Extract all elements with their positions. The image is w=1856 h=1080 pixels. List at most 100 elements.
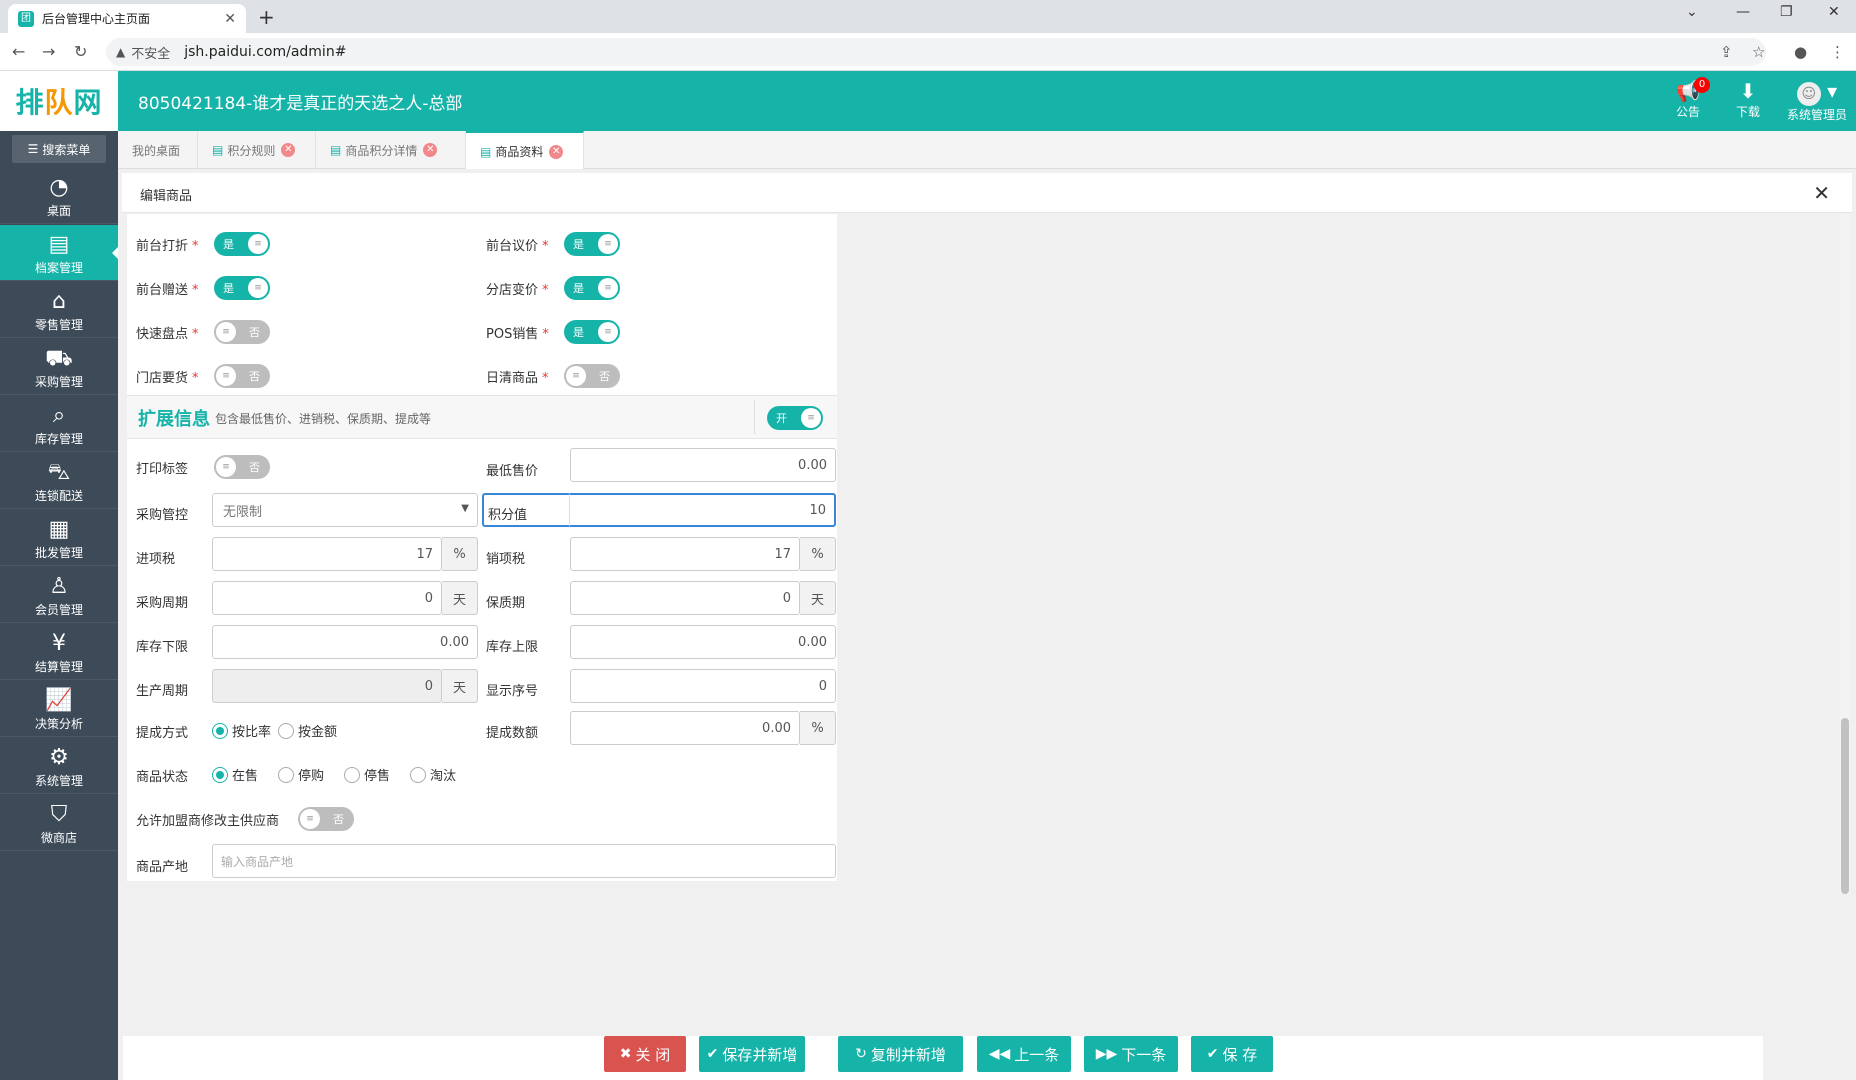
sidebar-item-purchase[interactable]: ⛟ 采购管理: [0, 339, 118, 395]
commission-by-amount-radio[interactable]: 按金额: [278, 721, 337, 740]
branch-price-toggle[interactable]: 是 ≡: [564, 276, 620, 300]
profile-icon[interactable]: ●: [1794, 43, 1807, 61]
purchase-ctrl-select[interactable]: 无限制 ▼: [212, 493, 478, 527]
scrollbar[interactable]: [1840, 214, 1850, 894]
save-and-new-button[interactable]: ✔ 保存并新增: [699, 1036, 805, 1072]
bookmark-star-icon[interactable]: ☆: [1752, 43, 1765, 61]
close-icon[interactable]: ✕: [1813, 181, 1830, 205]
warning-icon[interactable]: ▲: [116, 45, 125, 59]
commission-mode-label: 提成方式: [136, 726, 189, 741]
stock-max-input[interactable]: 0.00: [570, 625, 836, 659]
editor-panel: 编辑商品 ✕ 前台打折 * 是 ≡ 前台议价 * 是 ≡ 前台赠送 * 是 ≡ 分店变价 * …: [118, 169, 1856, 1080]
radio-on-icon: [212, 722, 228, 739]
store-order-toggle[interactable]: ≡ 否: [214, 364, 270, 388]
allow-supplier-toggle[interactable]: ≡ 否: [298, 807, 354, 831]
close-tab-icon[interactable]: ✕: [224, 11, 236, 27]
commission-by-rate-radio[interactable]: 按比率: [212, 721, 271, 740]
sidebar-item-archive[interactable]: ▤ 档案管理: [0, 225, 118, 281]
forward-icon[interactable]: →: [42, 42, 55, 61]
front-bargain-toggle[interactable]: 是 ≡: [564, 232, 620, 256]
tab-product-info[interactable]: ▤ 商品资料 ✕: [466, 131, 584, 170]
cart-icon: ⛟: [45, 346, 73, 371]
gear-icon: ⚙: [49, 745, 69, 770]
search-menu-button[interactable]: ☰ 搜索菜单: [12, 135, 106, 163]
status-on-sale-radio[interactable]: 在售: [212, 765, 258, 784]
download-button[interactable]: ⬇ 下载: [1730, 79, 1766, 120]
sidebar-item-label: 会员管理: [34, 603, 83, 617]
url-field[interactable]: ▲ 不安全 jsh.paidui.com/admin#: [106, 38, 1766, 66]
reload-icon[interactable]: ↻: [74, 42, 87, 61]
status-stop-purchase-radio[interactable]: 停购: [278, 765, 324, 784]
browser-tab[interactable]: 团 后台管理中心主页面 ✕: [8, 4, 246, 33]
status-label: 商品状态: [136, 770, 189, 785]
sidebar-item-label: 档案管理: [34, 261, 83, 275]
window-close-icon[interactable]: ✕: [1828, 4, 1840, 20]
tab-product-points-detail[interactable]: ▤ 商品积分详情 ✕: [316, 131, 466, 169]
purchase-cycle-input[interactable]: 0: [212, 581, 442, 615]
origin-input[interactable]: 输入商品产地: [212, 844, 836, 878]
refresh-icon: ↻: [855, 1046, 867, 1062]
restore-icon[interactable]: ❐: [1780, 4, 1793, 20]
close-tab-icon[interactable]: ✕: [281, 143, 296, 157]
browser-menu-icon[interactable]: ⋮: [1830, 43, 1845, 61]
quick-stock-toggle[interactable]: ≡ 否: [214, 320, 270, 344]
close-button[interactable]: ✖ 关 闭: [604, 1036, 686, 1072]
tab-my-desktop[interactable]: 我的桌面: [118, 131, 198, 169]
insecure-label: 不安全: [131, 46, 171, 62]
sidebar-item-microshop[interactable]: ⛉ 微商店: [0, 795, 118, 851]
tab-label: 我的桌面: [132, 143, 181, 158]
close-tab-icon[interactable]: ✕: [423, 143, 438, 157]
status-stop-sale-radio[interactable]: 停售: [344, 765, 390, 784]
toggle-knob-icon: ≡: [598, 234, 618, 254]
tab-points-rules[interactable]: ▤ 积分规则 ✕: [198, 131, 316, 169]
purchase-ctrl-value: 无限制: [223, 504, 263, 520]
front-gift-toggle[interactable]: 是 ≡: [214, 276, 270, 300]
print-label-toggle[interactable]: ≡ 否: [214, 455, 270, 479]
prev-button[interactable]: ◀◀ 上一条: [977, 1036, 1071, 1072]
notice-button[interactable]: 📢 0 公告: [1670, 77, 1710, 120]
input-tax-input[interactable]: 17: [212, 537, 442, 571]
scrollbar-thumb[interactable]: [1841, 718, 1849, 894]
display-order-input[interactable]: 0: [570, 669, 836, 703]
next-button[interactable]: ▶▶ 下一条: [1084, 1036, 1178, 1072]
daily-clear-toggle[interactable]: ≡ 否: [564, 364, 620, 388]
save-button[interactable]: ✔ 保 存: [1191, 1036, 1273, 1072]
new-tab-icon[interactable]: +: [258, 5, 275, 29]
commission-value-input[interactable]: 0.00: [570, 711, 800, 745]
radio-off-icon: [278, 722, 294, 739]
sidebar-item-wholesale[interactable]: ▦ 批发管理: [0, 510, 118, 566]
close-tab-icon[interactable]: ✕: [549, 144, 564, 159]
radio-off-icon: [278, 766, 294, 783]
user-menu[interactable]: ☺ ▾ 系统管理员: [1782, 79, 1852, 123]
pos-sale-toggle[interactable]: 是 ≡: [564, 320, 620, 344]
minimize-icon[interactable]: —: [1736, 4, 1750, 20]
stock-min-input[interactable]: 0.00: [212, 625, 478, 659]
sidebar-item-member[interactable]: ♙ 会员管理: [0, 567, 118, 623]
back-icon[interactable]: ←: [12, 42, 25, 61]
sidebar-item-desktop[interactable]: ◔ 桌面: [0, 168, 118, 224]
sidebar-item-retail[interactable]: ⌂ 零售管理: [0, 282, 118, 338]
copy-and-new-button[interactable]: ↻ 复制并新增: [838, 1036, 963, 1072]
truck-icon: ⛍: [47, 460, 71, 485]
sidebar-item-analysis[interactable]: 📈 决策分析: [0, 681, 118, 737]
app-header: 排队网 8050421184-谁才是真正的天选之人-总部 📢 0 公告 ⬇ 下载…: [0, 71, 1856, 131]
logo: 排队网: [0, 71, 118, 131]
logo-text-b: 队: [44, 86, 74, 119]
share-icon[interactable]: ⇪: [1720, 43, 1733, 61]
output-tax-input[interactable]: 17: [570, 537, 800, 571]
tab-search-icon[interactable]: ⌄: [1686, 4, 1698, 20]
ext-info-toggle[interactable]: 开 ≡: [767, 406, 823, 430]
sidebar-item-settlement[interactable]: ¥ 结算管理: [0, 624, 118, 680]
display-order-label: 显示序号: [486, 684, 539, 699]
front-discount-toggle[interactable]: 是 ≡: [214, 232, 270, 256]
min-price-input[interactable]: 0.00: [570, 448, 836, 482]
input-tax-label: 进项税: [136, 552, 176, 567]
sidebar-item-inventory[interactable]: ⌕ 库存管理: [0, 396, 118, 452]
toggle-knob-icon: ≡: [216, 366, 236, 386]
tab-label: 商品资料: [495, 145, 544, 159]
status-eliminated-radio[interactable]: 淘汰: [410, 765, 456, 784]
sidebar-item-system[interactable]: ⚙ 系统管理: [0, 738, 118, 794]
shelf-life-input[interactable]: 0: [570, 581, 800, 615]
sidebar-item-delivery[interactable]: ⛍ 连锁配送: [0, 453, 118, 509]
points-input[interactable]: 10: [570, 493, 836, 527]
